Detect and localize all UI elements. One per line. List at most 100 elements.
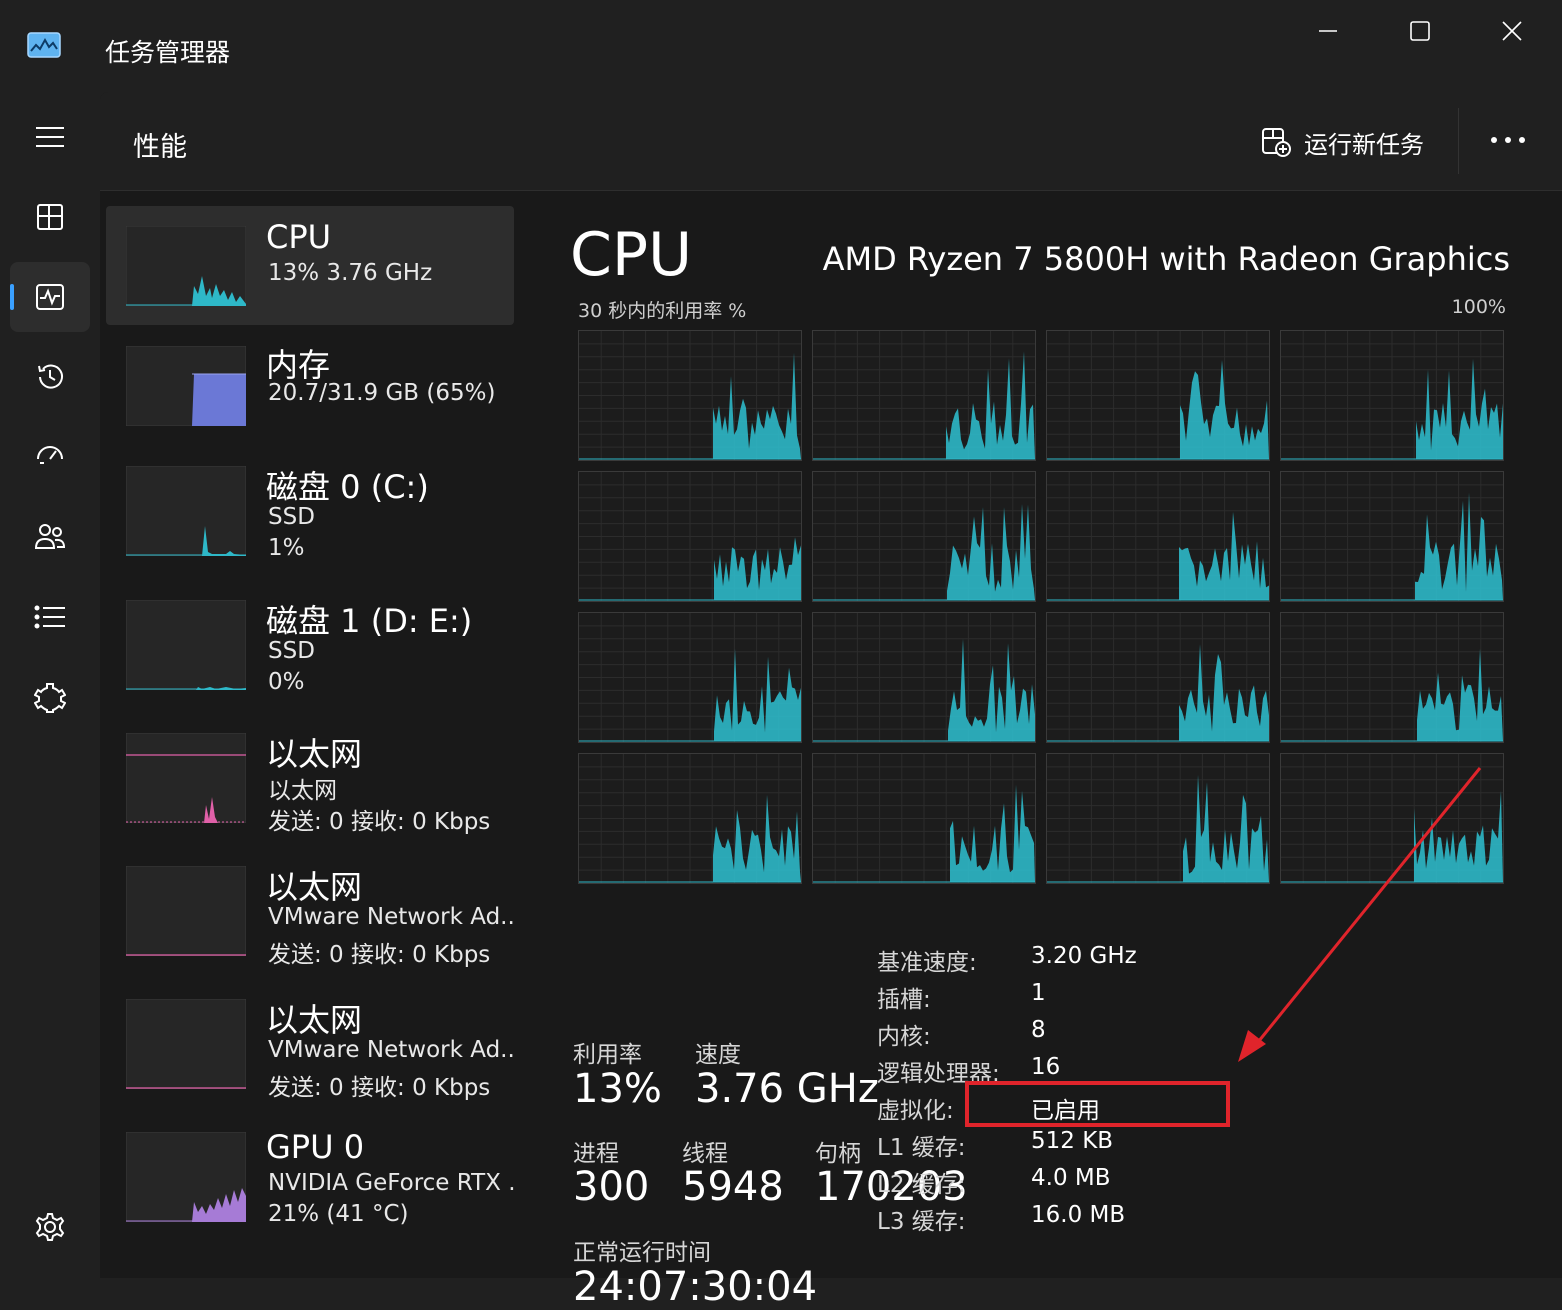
ethernet2-thumbnail-graph: [126, 866, 246, 956]
logical-processor-graph: [1280, 471, 1504, 602]
nav-performance[interactable]: [10, 262, 90, 332]
resource-detail: 1%: [268, 535, 305, 561]
nav-details[interactable]: [10, 582, 90, 652]
app-title: 任务管理器: [105, 38, 231, 67]
resource-name: 磁盘 1 (D: E:): [266, 602, 473, 640]
logical-processor-graph: [1046, 330, 1270, 461]
processor-usage-trace: [1047, 754, 1269, 883]
resource-disk-1[interactable]: 磁盘 1 (D: E:) SSD 0%: [106, 588, 514, 698]
processes-value: 300: [573, 1164, 650, 1210]
info-value: 16: [1031, 1054, 1061, 1080]
processor-usage-trace: [579, 331, 801, 460]
services-icon: [34, 683, 66, 713]
logical-processor-graph: [1280, 753, 1504, 884]
disk1-thumbnail-graph: [126, 600, 246, 690]
more-options-icon: [1491, 137, 1525, 143]
threads-label: 线程: [682, 1141, 728, 1167]
processes-label: 进程: [573, 1141, 619, 1167]
resource-detail: 20.7/31.9 GB (65%): [268, 380, 496, 406]
info-value: 512 KB: [1031, 1128, 1114, 1154]
run-new-task-label: 运行新任务: [1304, 130, 1424, 159]
info-value: 8: [1031, 1017, 1046, 1043]
nav-users[interactable]: [10, 502, 90, 572]
content-pane: 性能 运行新任务 CPU 13% 3.76 GHz 内存 20.7/31.9 G…: [100, 92, 1562, 1310]
resource-name: 磁盘 0 (C:): [266, 468, 429, 506]
resource-ethernet-1[interactable]: 以太网 以太网 发送: 0 接收: 0 Kbps: [106, 721, 514, 835]
resource-ethernet-3[interactable]: 以太网 VMware Network Ad.. 发送: 0 接收: 0 Kbps: [106, 987, 515, 1101]
header-divider: [1458, 108, 1459, 174]
resource-name: GPU 0: [266, 1128, 365, 1166]
resource-detail: VMware Network Ad..: [268, 1037, 515, 1063]
logical-processor-graph: [1280, 330, 1504, 461]
graph-axis-label: 30 秒内的利用率 %: [578, 300, 747, 322]
info-value: 1: [1031, 980, 1046, 1006]
processor-usage-trace: [1047, 331, 1269, 460]
maximize-button[interactable]: [1390, 14, 1450, 48]
nav-settings[interactable]: [10, 1192, 90, 1262]
resource-name: 以太网: [266, 868, 363, 906]
hamburger-menu-icon: [36, 127, 64, 147]
info-key: 内核:: [877, 1024, 931, 1050]
resource-name: CPU: [266, 218, 332, 256]
nav-services[interactable]: [10, 662, 90, 732]
task-manager-window: 任务管理器 性能 运行新任务 CPU 13% 3.76 GHz 内存 20.7/…: [0, 0, 1562, 1310]
ethernet1-thumbnail-graph: [126, 733, 246, 823]
logical-processor-graph: [578, 330, 802, 461]
handles-label: 句柄: [815, 1141, 861, 1167]
logical-processor-graph: [812, 612, 1036, 743]
info-key: L2 缓存:: [877, 1172, 966, 1198]
title-bar: 任务管理器: [0, 0, 1562, 92]
resource-ethernet-2[interactable]: 以太网 VMware Network Ad.. 发送: 0 接收: 0 Kbps: [106, 854, 515, 968]
logical-processor-graph: [1280, 612, 1504, 743]
resource-detail: 13% 3.76 GHz: [268, 260, 433, 286]
utilization-value: 13%: [573, 1066, 662, 1112]
active-indicator: [10, 284, 14, 310]
info-key: 虚拟化:: [877, 1098, 954, 1124]
maximize-icon: [1410, 21, 1430, 41]
resource-gpu-0[interactable]: GPU 0 NVIDIA GeForce RTX . 21% (41 °C): [106, 1120, 516, 1230]
processor-usage-trace: [813, 472, 1035, 601]
minimize-button[interactable]: [1298, 14, 1358, 48]
logical-processor-graph: [1046, 753, 1270, 884]
info-key: 基准速度:: [877, 950, 977, 976]
resource-detail: SSD: [268, 638, 315, 664]
ethernet3-thumbnail-graph: [126, 999, 246, 1089]
utilization-label: 利用率: [573, 1042, 642, 1068]
info-key: 插槽:: [877, 987, 931, 1013]
nav-menu-button[interactable]: [10, 102, 90, 172]
processor-usage-trace: [813, 613, 1035, 742]
threads-value: 5948: [682, 1164, 784, 1210]
nav-app-history[interactable]: [10, 342, 90, 412]
memory-thumbnail-graph: [126, 346, 246, 426]
users-icon: [34, 524, 66, 549]
nav-processes[interactable]: [10, 182, 90, 252]
resource-detail: 以太网: [268, 778, 337, 804]
resource-cpu[interactable]: CPU 13% 3.76 GHz: [106, 206, 514, 325]
speed-value: 3.76 GHz: [695, 1066, 879, 1112]
logical-processor-graph: [578, 612, 802, 743]
run-new-task-button[interactable]: 运行新任务: [1260, 122, 1424, 162]
minimize-icon: [1319, 30, 1337, 32]
resource-memory[interactable]: 内存 20.7/31.9 GB (65%): [106, 334, 514, 434]
processor-usage-trace: [1281, 331, 1503, 460]
processes-icon: [37, 204, 63, 230]
resource-name: 以太网: [266, 1001, 363, 1039]
uptime-label: 正常运行时间: [573, 1240, 711, 1266]
uptime-value: 24:07:30:04: [573, 1264, 818, 1310]
cpu-thumbnail-graph: [126, 226, 246, 306]
info-value: 16.0 MB: [1031, 1202, 1126, 1228]
logical-processor-graph: [812, 330, 1036, 461]
resource-detail: 发送: 0 接收: 0 Kbps: [268, 1075, 491, 1101]
nav-startup-apps[interactable]: [10, 422, 90, 492]
close-button[interactable]: [1482, 14, 1542, 48]
close-icon: [1502, 21, 1522, 41]
cpu-model-name: AMD Ryzen 7 5800H with Radeon Graphics: [822, 240, 1510, 278]
processor-usage-trace: [579, 754, 801, 883]
more-options-button[interactable]: [1480, 120, 1536, 160]
processor-usage-trace: [1047, 613, 1269, 742]
resource-detail: 21% (41 °C): [268, 1201, 409, 1227]
processor-usage-trace: [579, 613, 801, 742]
disk0-thumbnail-graph: [126, 466, 246, 556]
logical-processor-graphs: [578, 330, 1508, 890]
resource-disk-0[interactable]: 磁盘 0 (C:) SSD 1%: [106, 454, 514, 564]
